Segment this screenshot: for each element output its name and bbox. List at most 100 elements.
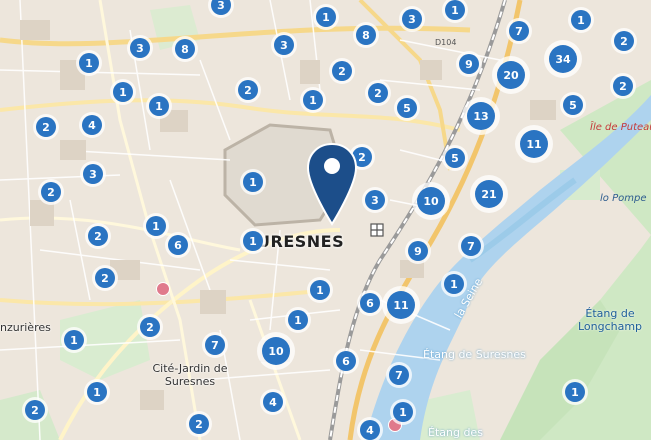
marker-cluster-count: 2: [189, 414, 209, 434]
marker-cluster-count: 21: [475, 180, 503, 208]
marker-cluster[interactable]: 1: [110, 79, 136, 105]
marker-cluster-count: 2: [614, 31, 634, 51]
marker-cluster-count: 1: [87, 382, 107, 402]
marker-cluster[interactable]: 1: [84, 379, 110, 405]
marker-cluster-count: 10: [417, 187, 445, 215]
marker-cluster[interactable]: 21: [470, 175, 508, 213]
marker-cluster-count: 1: [393, 402, 413, 422]
marker-cluster[interactable]: 1: [562, 379, 588, 405]
marker-cluster[interactable]: 2: [329, 58, 355, 84]
marker-cluster[interactable]: 3: [80, 161, 106, 187]
map-pin-icon[interactable]: [306, 142, 358, 226]
marker-cluster-count: 7: [461, 236, 481, 256]
train-station-icon: [370, 222, 384, 237]
marker-cluster[interactable]: 2: [235, 77, 261, 103]
marker-cluster[interactable]: 1: [307, 277, 333, 303]
marker-cluster-count: 3: [365, 190, 385, 210]
place-label-left: nzurières: [0, 321, 51, 334]
marker-cluster[interactable]: 2: [92, 265, 118, 291]
marker-cluster-count: 1: [571, 10, 591, 30]
marker-cluster[interactable]: 2: [22, 397, 48, 423]
marker-cluster[interactable]: 11: [382, 286, 420, 324]
marker-cluster[interactable]: 5: [442, 145, 468, 171]
marker-cluster-count: 4: [82, 115, 102, 135]
marker-cluster[interactable]: 6: [333, 348, 359, 374]
marker-cluster[interactable]: 5: [394, 95, 420, 121]
marker-cluster[interactable]: 4: [357, 417, 383, 440]
marker-cluster-count: 1: [149, 96, 169, 116]
marker-cluster[interactable]: 3: [362, 187, 388, 213]
marker-cluster[interactable]: 8: [353, 22, 379, 48]
marker-cluster[interactable]: 3: [399, 6, 425, 32]
marker-cluster-count: 1: [310, 280, 330, 300]
marker-cluster[interactable]: 6: [357, 290, 383, 316]
marker-cluster[interactable]: 1: [568, 7, 594, 33]
marker-cluster[interactable]: 3: [271, 32, 297, 58]
marker-cluster[interactable]: 6: [165, 232, 191, 258]
marker-cluster-count: 11: [387, 291, 415, 319]
marker-cluster[interactable]: 7: [202, 332, 228, 358]
marker-cluster[interactable]: 1: [300, 87, 326, 113]
marker-cluster-count: 2: [613, 76, 633, 96]
marker-cluster[interactable]: 1: [240, 228, 266, 254]
marker-cluster-count: 9: [408, 241, 428, 261]
place-label-etang-des: Étang des: [428, 426, 483, 439]
marker-cluster[interactable]: 2: [186, 411, 212, 437]
marker-cluster-count: 20: [497, 61, 525, 89]
marker-cluster-count: 2: [95, 268, 115, 288]
place-label-cite-jardin: Cité-Jardin de Suresnes: [152, 362, 228, 388]
marker-cluster[interactable]: 1: [441, 271, 467, 297]
marker-cluster-count: 3: [83, 164, 103, 184]
marker-cluster-count: 4: [360, 420, 380, 440]
marker-cluster[interactable]: 1: [285, 307, 311, 333]
marker-cluster[interactable]: 2: [365, 80, 391, 106]
marker-cluster-count: 13: [467, 102, 495, 130]
marker-cluster[interactable]: 1: [390, 399, 416, 425]
marker-cluster-count: 7: [509, 21, 529, 41]
marker-cluster[interactable]: 2: [611, 28, 637, 54]
marker-cluster[interactable]: 1: [146, 93, 172, 119]
marker-cluster[interactable]: 2: [33, 114, 59, 140]
marker-cluster[interactable]: 4: [79, 112, 105, 138]
marker-cluster[interactable]: 1: [76, 50, 102, 76]
marker-cluster[interactable]: 7: [458, 233, 484, 259]
marker-cluster-count: 4: [263, 392, 283, 412]
marker-cluster[interactable]: 2: [38, 179, 64, 205]
marker-cluster[interactable]: 7: [386, 362, 412, 388]
marker-cluster[interactable]: 2: [137, 314, 163, 340]
marker-cluster-count: 2: [238, 80, 258, 100]
map-view[interactable]: D104 SURESNES Cité-Jardin de Suresnes nz…: [0, 0, 651, 440]
marker-cluster[interactable]: 13: [462, 97, 500, 135]
marker-cluster[interactable]: 7: [506, 18, 532, 44]
marker-cluster[interactable]: 2: [85, 223, 111, 249]
marker-cluster-count: 9: [459, 54, 479, 74]
marker-cluster[interactable]: 3: [127, 35, 153, 61]
marker-cluster[interactable]: 2: [610, 73, 636, 99]
marker-cluster[interactable]: 34: [544, 40, 582, 78]
marker-cluster[interactable]: 9: [405, 238, 431, 264]
marker-cluster-count: 2: [140, 317, 160, 337]
marker-cluster[interactable]: 8: [172, 36, 198, 62]
poi-red-marker[interactable]: [156, 282, 170, 296]
marker-cluster-count: 1: [113, 82, 133, 102]
marker-cluster-count: 6: [168, 235, 188, 255]
marker-cluster-count: 6: [360, 293, 380, 313]
marker-cluster[interactable]: 1: [143, 213, 169, 239]
marker-cluster[interactable]: 1: [240, 169, 266, 195]
marker-cluster[interactable]: 1: [61, 327, 87, 353]
marker-cluster-count: 1: [64, 330, 84, 350]
marker-cluster[interactable]: 4: [260, 389, 286, 415]
marker-cluster[interactable]: 10: [412, 182, 450, 220]
marker-cluster[interactable]: 11: [515, 125, 553, 163]
marker-cluster-count: 1: [565, 382, 585, 402]
marker-cluster[interactable]: 5: [560, 92, 586, 118]
marker-cluster-count: 8: [356, 25, 376, 45]
marker-cluster[interactable]: 10: [257, 332, 295, 370]
marker-cluster-count: 1: [288, 310, 308, 330]
marker-cluster[interactable]: 20: [492, 56, 530, 94]
marker-cluster-count: 1: [79, 53, 99, 73]
marker-cluster[interactable]: 1: [313, 4, 339, 30]
marker-cluster[interactable]: 9: [456, 51, 482, 77]
marker-cluster-count: 2: [368, 83, 388, 103]
place-label-ile-puteaux: Île de Puteaux: [590, 122, 651, 133]
